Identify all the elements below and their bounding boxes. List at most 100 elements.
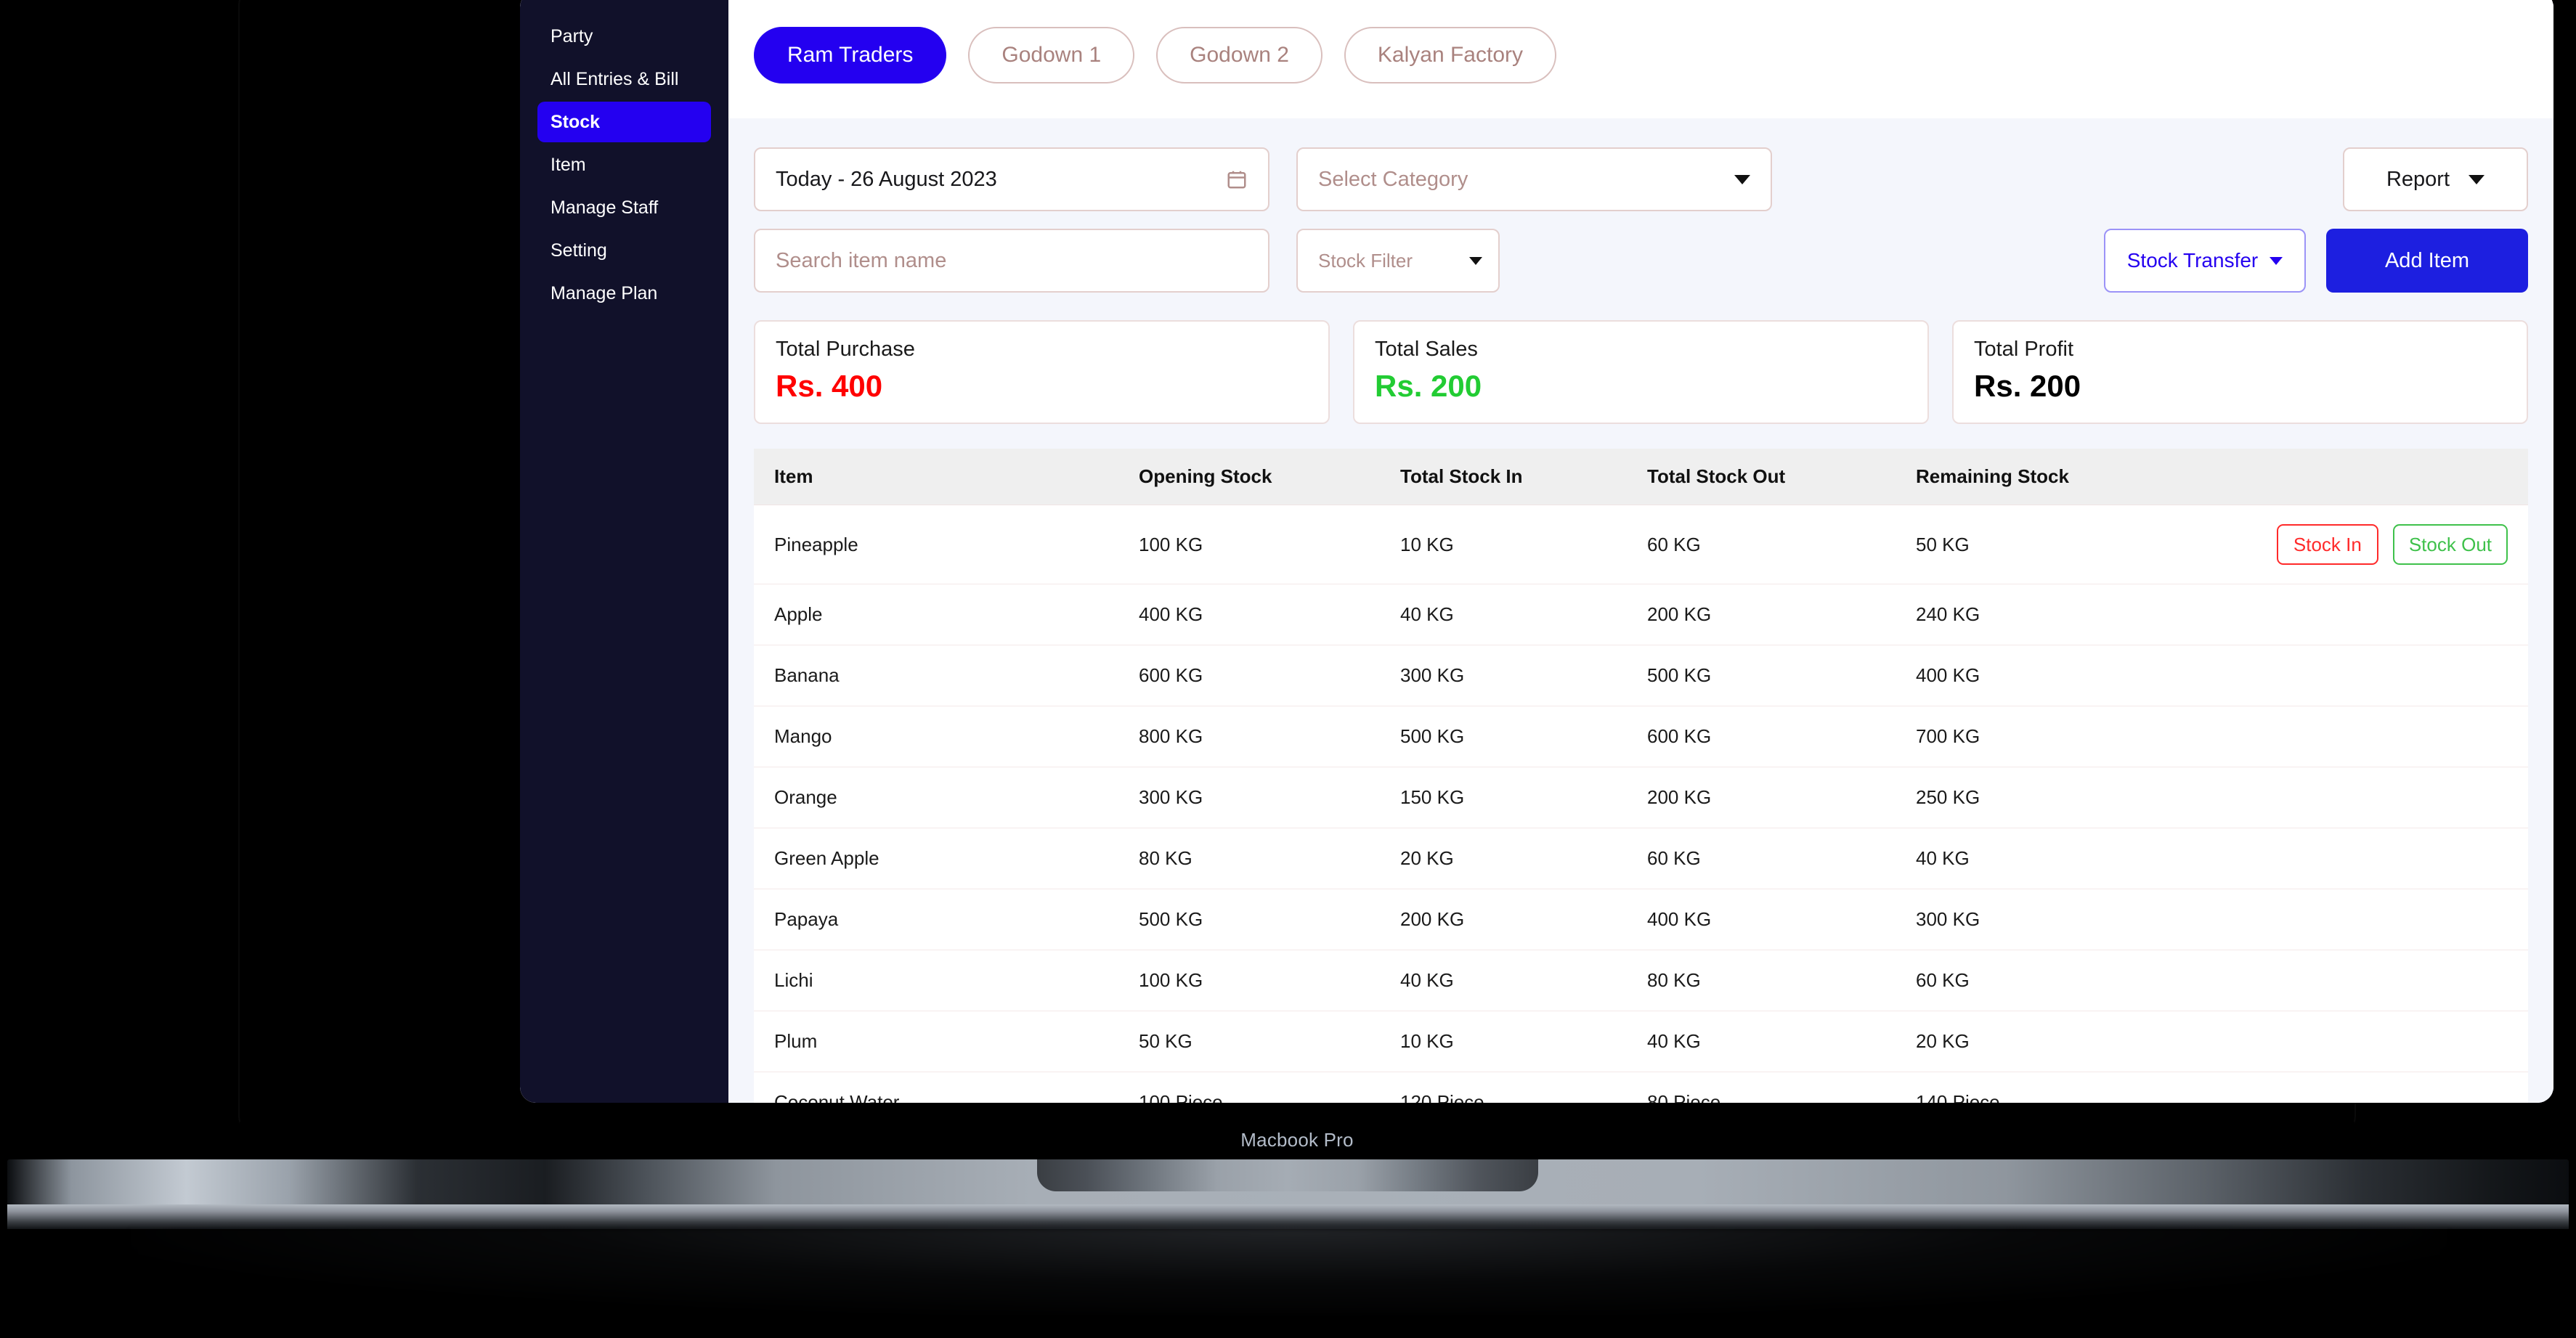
sidebar-item-item[interactable]: Item — [537, 144, 711, 185]
summary-card-label: Total Sales — [1375, 338, 1478, 361]
screen-viewport: Party All Entries & Bill Stock Item Manage S… — [520, 0, 2553, 1103]
filter-mid-column-row2: Stock Filter — [1269, 229, 2012, 293]
stock-filter-select[interactable]: Stock Filter — [1296, 229, 1500, 293]
laptop-mockup: Party All Entries & Bill Stock Item Manage S… — [0, 0, 2576, 1338]
sidebar-item-stock[interactable]: Stock — [537, 102, 711, 142]
chevron-down-icon — [2270, 256, 2283, 265]
cell-actions — [2221, 1011, 2528, 1072]
tab-label: Kalyan Factory — [1377, 42, 1524, 67]
laptop-screen-bezel: Party All Entries & Bill Stock Item Manage S… — [240, 0, 2553, 1140]
table-row[interactable]: Apple 400 KG 40 KG 200 KG 240 KG — [754, 584, 2528, 645]
report-button[interactable]: Report — [2343, 147, 2528, 211]
sidebar-item-label: Item — [550, 154, 586, 175]
cell-item: Orange — [754, 767, 1139, 828]
cell-actions — [2221, 889, 2528, 950]
cell-out: 80 Piece — [1647, 1072, 1916, 1103]
sidebar-item-manage-plan[interactable]: Manage Plan — [537, 273, 711, 314]
table-row[interactable]: Pineapple 100 KG 10 KG 60 KG 50 KG Stock In St… — [754, 505, 2528, 584]
cell-opening: 400 KG — [1139, 584, 1400, 645]
cell-remaining: 700 KG — [1916, 706, 2221, 767]
table-row[interactable]: Orange 300 KG 150 KG 200 KG 250 KG — [754, 767, 2528, 828]
date-range-field[interactable]: Today - 26 August 2023 — [754, 147, 1269, 211]
cell-item: Coconut Water — [754, 1072, 1139, 1103]
search-item-input[interactable]: Search item name — [754, 229, 1269, 293]
filter-left-column: Today - 26 August 2023 — [754, 147, 1269, 211]
table-row[interactable]: Coconut Water 100 Piece 120 Piece 80 Piece 1… — [754, 1072, 2528, 1103]
cell-out: 200 KG — [1647, 584, 1916, 645]
table-row[interactable]: Papaya 500 KG 200 KG 400 KG 300 KG — [754, 889, 2528, 950]
stock-table-body: Pineapple 100 KG 10 KG 60 KG 50 KG Stock In St… — [754, 505, 2528, 1103]
summary-card-value: Rs. 400 — [776, 369, 883, 403]
sidebar-item-label: All Entries & Bill — [550, 68, 679, 89]
filter-left-column-row2: Search item name — [754, 229, 1269, 293]
laptop-base-lip — [7, 1204, 2569, 1229]
content-body: Today - 26 August 2023 Select Category R… — [728, 118, 2553, 1103]
tab-ram-traders[interactable]: Ram Traders — [754, 26, 947, 83]
cell-out: 60 KG — [1647, 505, 1916, 584]
filter-toolbar: Today - 26 August 2023 Select Category R… — [754, 147, 2528, 293]
sidebar-item-setting[interactable]: Setting — [537, 230, 711, 271]
cell-in: 200 KG — [1400, 889, 1647, 950]
column-header-remaining-stock: Remaining Stock — [1916, 449, 2221, 505]
cell-item: Green Apple — [754, 828, 1139, 889]
add-item-label: Add Item — [2384, 248, 2470, 272]
table-row[interactable]: Banana 600 KG 300 KG 500 KG 400 KG — [754, 645, 2528, 706]
cell-out: 400 KG — [1647, 889, 1916, 950]
table-row[interactable]: Mango 800 KG 500 KG 600 KG 700 KG — [754, 706, 2528, 767]
column-header-total-stock-in: Total Stock In — [1400, 449, 1647, 505]
cell-in: 120 Piece — [1400, 1072, 1647, 1103]
cell-item: Banana — [754, 645, 1139, 706]
stock-transfer-label: Stock Transfer — [2126, 249, 2259, 272]
row-action-group: Stock In Stock Out — [2221, 524, 2508, 565]
cell-item: Mango — [754, 706, 1139, 767]
tab-godown-1[interactable]: Godown 1 — [968, 26, 1135, 83]
cell-actions — [2221, 767, 2528, 828]
stock-table-header-row: Item Opening Stock Total Stock In Total Sto… — [754, 449, 2528, 505]
laptop-label-strip: Macbook Pro — [240, 1122, 2354, 1159]
cell-actions: Stock In Stock Out — [2221, 505, 2528, 584]
cell-item: Papaya — [754, 889, 1139, 950]
summary-card-total-profit: Total Profit Rs. 200 — [1952, 320, 2528, 424]
cell-in: 40 KG — [1400, 950, 1647, 1011]
summary-card-label: Total Purchase — [776, 338, 915, 361]
tab-kalyan-factory[interactable]: Kalyan Factory — [1344, 26, 1557, 83]
stock-out-button[interactable]: Stock Out — [2392, 524, 2508, 565]
cell-actions — [2221, 706, 2528, 767]
sidebar-item-all-entries-bill[interactable]: All Entries & Bill — [537, 59, 711, 99]
stock-transfer-button[interactable]: Stock Transfer — [2104, 229, 2306, 293]
cell-in: 10 KG — [1400, 505, 1647, 584]
cell-actions — [2221, 645, 2528, 706]
cell-remaining: 40 KG — [1916, 828, 2221, 889]
summary-cards: Total Purchase Rs. 400 Total Sales Rs. 200 T… — [754, 320, 2528, 424]
cell-remaining: 240 KG — [1916, 584, 2221, 645]
summary-card-value: Rs. 200 — [1974, 369, 2081, 403]
cell-actions — [2221, 828, 2528, 889]
cell-opening: 80 KG — [1139, 828, 1400, 889]
cell-opening: 300 KG — [1139, 767, 1400, 828]
cell-in: 40 KG — [1400, 584, 1647, 645]
sidebar-item-label: Party — [550, 25, 593, 46]
cell-remaining: 60 KG — [1916, 950, 2221, 1011]
sidebar-item-party[interactable]: Party — [537, 16, 711, 57]
column-header-opening-stock: Opening Stock — [1139, 449, 1400, 505]
cell-item: Lichi — [754, 950, 1139, 1011]
laptop-shadow — [131, 1228, 2447, 1315]
table-row[interactable]: Lichi 100 KG 40 KG 80 KG 60 KG — [754, 950, 2528, 1011]
summary-card-label: Total Profit — [1974, 338, 2073, 361]
stock-in-button[interactable]: Stock In — [2276, 524, 2378, 565]
report-button-label: Report — [2386, 167, 2450, 191]
sidebar-item-manage-staff[interactable]: Manage Staff — [537, 187, 711, 228]
cell-in: 10 KG — [1400, 1011, 1647, 1072]
main-column: Ram Traders Godown 1 Godown 2 Kalyan Factor… — [728, 0, 2553, 1103]
device-label: Macbook Pro — [1240, 1129, 1354, 1151]
cell-out: 200 KG — [1647, 767, 1916, 828]
filter-right-column: Report — [2012, 147, 2528, 211]
tab-godown-2[interactable]: Godown 2 — [1156, 26, 1322, 83]
add-item-button[interactable]: Add Item — [2326, 229, 2528, 293]
table-row[interactable]: Plum 50 KG 10 KG 40 KG 20 KG — [754, 1011, 2528, 1072]
cell-remaining: 20 KG — [1916, 1011, 2221, 1072]
category-select[interactable]: Select Category — [1296, 147, 1772, 211]
table-row[interactable]: Green Apple 80 KG 20 KG 60 KG 40 KG — [754, 828, 2528, 889]
calendar-icon — [1227, 171, 1246, 189]
cell-out: 40 KG — [1647, 1011, 1916, 1072]
